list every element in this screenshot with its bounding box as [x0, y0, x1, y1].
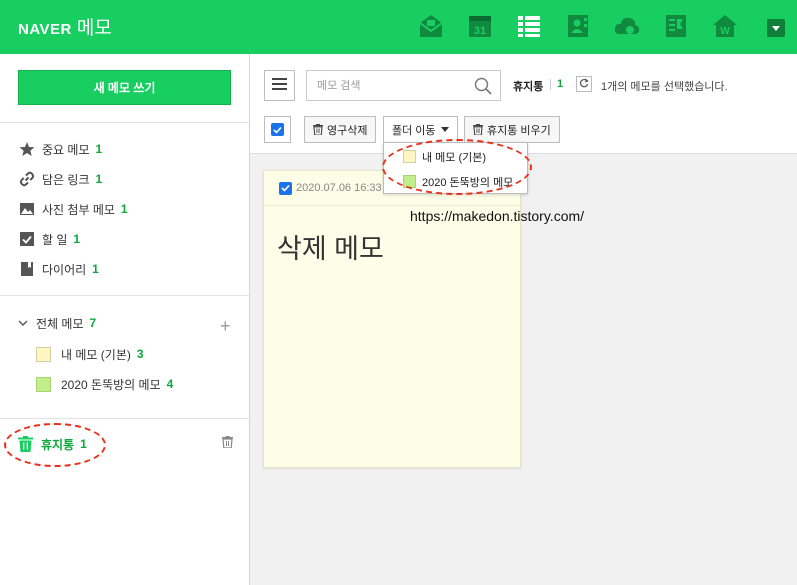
divider — [0, 418, 249, 419]
refresh-icon — [579, 77, 589, 91]
photo-icon — [18, 201, 35, 218]
link-icon — [18, 171, 35, 188]
chevron-down-icon — [772, 25, 780, 31]
sidebar-item-label: 담은 링크 — [42, 172, 90, 187]
memo-title: 삭제 메모 — [277, 234, 384, 264]
caret-down-icon — [440, 127, 449, 132]
top-bar: NAVER 메모 31 W — [0, 0, 797, 54]
diary-icon — [18, 261, 35, 278]
cloud-icon[interactable] — [612, 11, 642, 41]
item-count: 1 — [120, 202, 128, 216]
item-count: 4 — [166, 377, 174, 391]
item-count: 3 — [136, 347, 144, 361]
sidebar-item-label: 사진 첨부 메모 — [42, 202, 115, 217]
move-folder-button[interactable]: 폴더 이동 — [383, 116, 458, 143]
delete-forever-button[interactable]: 영구삭제 — [304, 116, 377, 143]
sidebar-item-label: 중요 메모 — [42, 142, 90, 157]
memo-checkbox[interactable] — [279, 181, 292, 195]
item-count: 1 — [80, 437, 87, 451]
button-label: 영구삭제 — [327, 124, 368, 137]
item-count: 1 — [95, 142, 103, 156]
hamburger-icon — [272, 78, 287, 93]
watermark-url: https://makedon.tistory.com/ — [410, 208, 585, 224]
dropdown-item-folder-2020[interactable]: 2020 돈뚝방의 메모 — [384, 170, 527, 193]
refresh-button[interactable] — [576, 76, 592, 92]
dropdown-item-label: 2020 돈뚝방의 메모 — [422, 176, 514, 189]
folder-color-swatch — [36, 346, 51, 362]
move-folder-dropdown: 내 메모 (기본) 2020 돈뚝방의 메모 — [383, 142, 528, 194]
sidebar-item-photos[interactable]: 사진 첨부 메모 1 — [18, 199, 128, 219]
empty-trash-icon[interactable] — [222, 436, 233, 451]
sidebar-item-important[interactable]: 중요 메모 1 — [18, 139, 102, 159]
current-folder-title: 휴지통 — [513, 81, 544, 93]
contacts-icon[interactable] — [563, 11, 593, 41]
trash-icon — [313, 124, 323, 135]
empty-trash-button[interactable]: 휴지통 비우기 — [464, 116, 560, 143]
calendar-icon[interactable]: 31 — [465, 11, 495, 41]
current-folder-count: 1 — [557, 78, 564, 90]
blog-home-icon[interactable]: W — [710, 11, 740, 41]
sidebar-item-links[interactable]: 담은 링크 1 — [18, 169, 102, 189]
button-label: 폴더 이동 — [392, 124, 436, 137]
menu-button[interactable] — [264, 70, 295, 101]
folder-color-swatch — [403, 150, 416, 163]
item-count: 7 — [89, 316, 97, 330]
sidebar-item-folder-default[interactable]: 내 메모 (기본) 3 — [36, 344, 144, 364]
add-folder-button[interactable]: + — [220, 316, 231, 337]
checkbox-icon — [18, 231, 35, 248]
folder-color-swatch — [403, 175, 416, 188]
search-icon[interactable] — [474, 77, 492, 98]
dropdown-item-folder-default[interactable]: 내 메모 (기본) — [384, 145, 527, 168]
search-input[interactable] — [307, 71, 467, 100]
trash-icon — [473, 124, 483, 135]
chevron-down-icon — [18, 319, 30, 327]
mail-icon[interactable] — [416, 11, 446, 41]
more-services-button[interactable] — [767, 19, 785, 37]
sidebar: 새 메모 쓰기 중요 메모 1 담은 링크 1 사진 첨부 메모 1 할 일 1… — [0, 54, 250, 585]
office-icon[interactable] — [661, 11, 691, 41]
svg-text:W: W — [720, 26, 730, 37]
sidebar-item-label: 할 일 — [42, 232, 68, 247]
divider — [550, 79, 551, 90]
divider — [0, 122, 249, 123]
divider — [0, 295, 249, 296]
item-count: 1 — [73, 232, 81, 246]
item-count: 1 — [92, 262, 99, 276]
select-all-checkbox[interactable] — [264, 116, 291, 143]
button-label: 휴지통 비우기 — [487, 124, 551, 137]
service-name: 메모 — [76, 18, 112, 39]
memo-date: 2020.07.06 16:33 — [296, 182, 382, 194]
search-box — [306, 70, 501, 101]
naver-brand: NAVER — [18, 21, 72, 38]
trash-icon — [18, 436, 33, 452]
selection-message: 1개의 메모를 선택했습니다. — [601, 81, 728, 93]
memo-list-icon[interactable] — [514, 11, 544, 41]
sidebar-item-diary[interactable]: 다이어리 1 — [18, 259, 99, 279]
checkmark-icon — [271, 123, 284, 136]
sidebar-item-label: 전체 메모 — [36, 316, 84, 331]
sidebar-item-label: 휴지통 — [41, 437, 75, 452]
main-panel: 휴지통 1 1개의 메모를 선택했습니다. 영구삭제 폴더 이동 휴지통 비우기… — [250, 54, 797, 585]
folder-color-swatch — [36, 376, 51, 392]
svg-text:31: 31 — [474, 25, 486, 37]
sidebar-item-label: 다이어리 — [42, 262, 87, 277]
dropdown-item-label: 내 메모 (기본) — [422, 151, 487, 164]
sidebar-item-label: 2020 돈뚝방의 메모 — [61, 377, 161, 392]
new-memo-button[interactable]: 새 메모 쓰기 — [18, 70, 231, 105]
sidebar-item-trash[interactable]: 휴지통 1 — [18, 434, 87, 454]
star-icon — [18, 141, 35, 158]
logo[interactable]: NAVER 메모 — [18, 13, 112, 40]
sidebar-item-all-memo[interactable]: 전체 메모 7 — [18, 313, 96, 333]
sidebar-item-folder-2020[interactable]: 2020 돈뚝방의 메모 4 — [36, 374, 173, 394]
sidebar-item-label: 내 메모 (기본) — [61, 347, 131, 362]
sidebar-item-todo[interactable]: 할 일 1 — [18, 229, 80, 249]
toolbar: 휴지통 1 1개의 메모를 선택했습니다. 영구삭제 폴더 이동 휴지통 비우기 — [250, 54, 797, 154]
item-count: 1 — [95, 172, 103, 186]
